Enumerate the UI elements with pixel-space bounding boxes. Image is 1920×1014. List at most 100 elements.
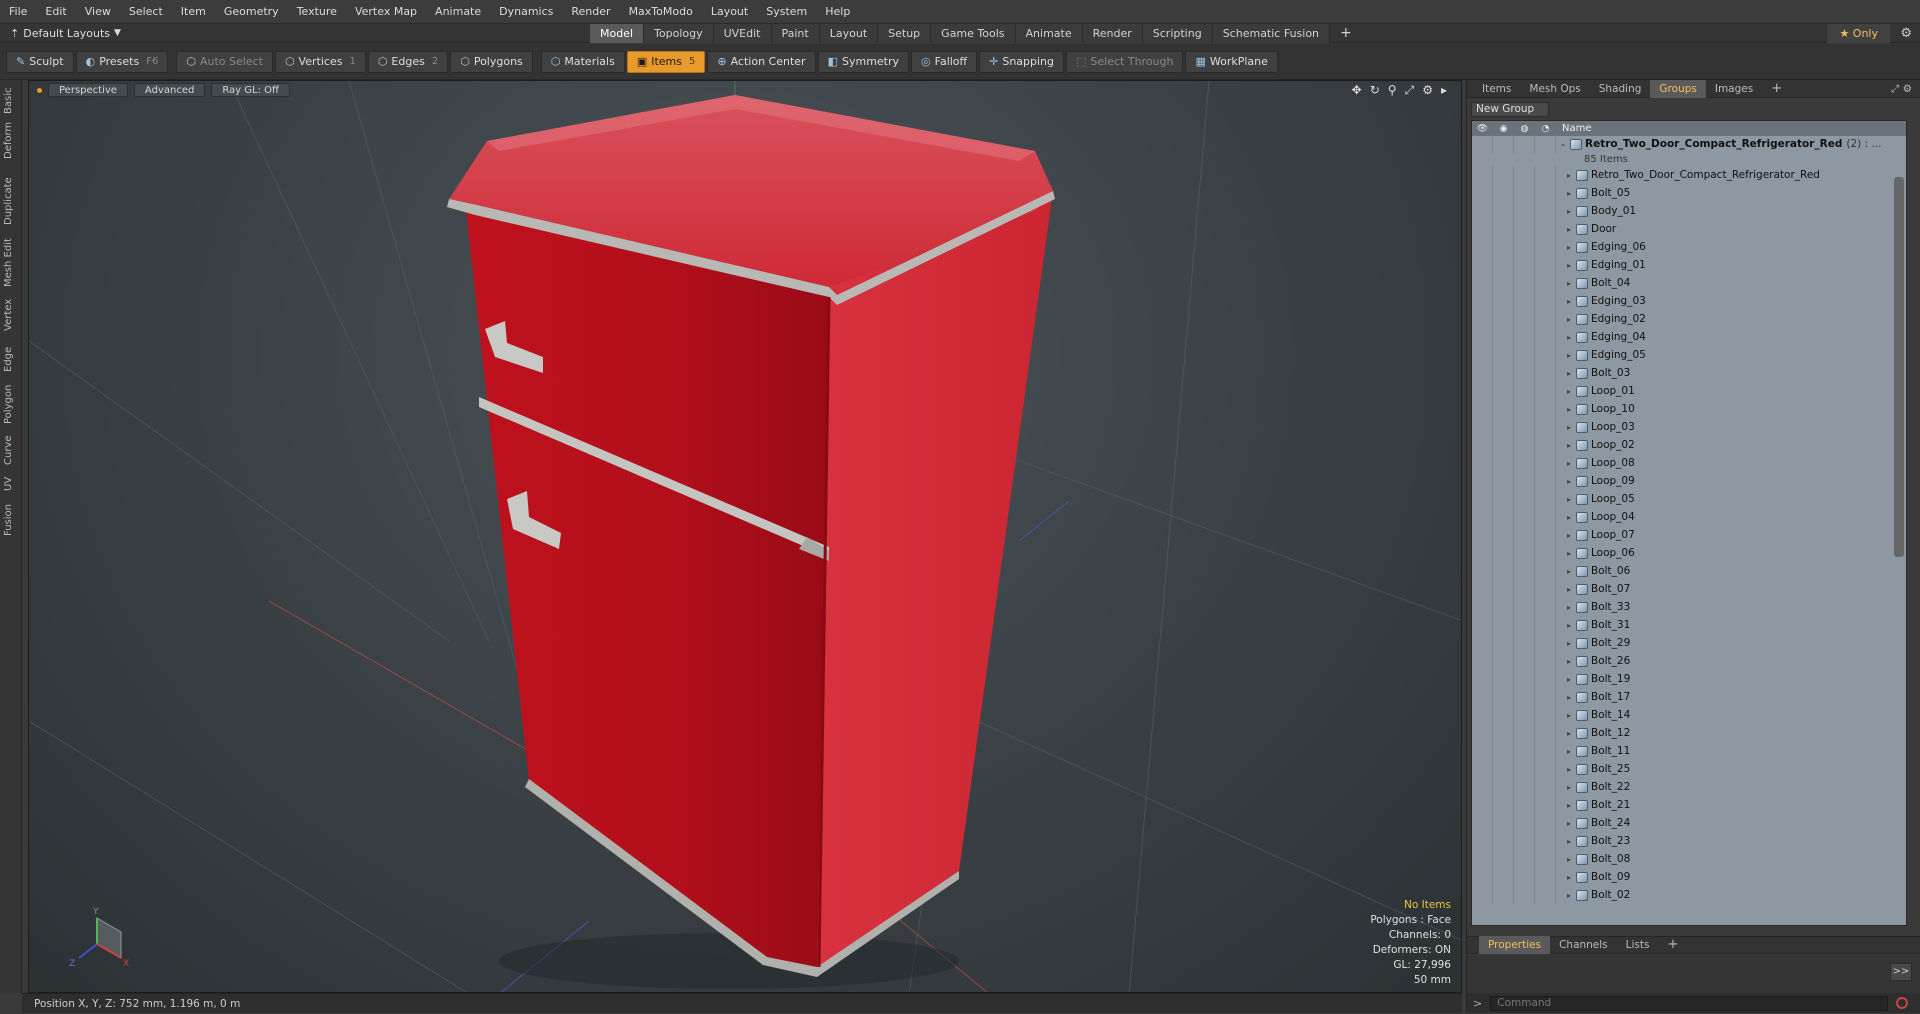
tab-properties[interactable]: Properties: [1479, 936, 1551, 954]
perspective-button[interactable]: Perspective: [48, 83, 128, 97]
tab-images[interactable]: Images: [1706, 80, 1762, 98]
tree-item-row[interactable]: ▸ Bolt_25: [1472, 760, 1906, 778]
expand-arrow-icon[interactable]: ▸: [1562, 837, 1576, 846]
tree-item-row[interactable]: ▸ Bolt_12: [1472, 724, 1906, 742]
workplane-button[interactable]: ▦ WorkPlane: [1185, 50, 1278, 73]
record-icon[interactable]: [1896, 997, 1909, 1009]
tree-item-row[interactable]: ▸ Bolt_09: [1472, 868, 1906, 886]
expand-arrow-icon[interactable]: ▸: [1562, 459, 1576, 468]
expand-arrow-icon[interactable]: ▸: [1562, 387, 1576, 396]
tree-item-row[interactable]: ▸ Bolt_02: [1472, 886, 1906, 904]
expand-arrow-icon[interactable]: ▸: [1562, 405, 1576, 414]
vertices-button[interactable]: ⬡ Vertices 1: [274, 50, 366, 73]
tree-item-row[interactable]: ▸ Loop_08: [1472, 454, 1906, 472]
expand-arrow-icon[interactable]: ▸: [1562, 801, 1576, 810]
tree-item-row[interactable]: ▸ Loop_05: [1472, 490, 1906, 508]
render-col-icon[interactable]: ◉: [1493, 124, 1514, 134]
visibility-col-icon[interactable]: 👁: [1472, 124, 1493, 134]
menu-file[interactable]: File: [0, 0, 36, 24]
items-button[interactable]: ▣ Items 5: [626, 50, 706, 73]
tab-lists[interactable]: Lists: [1617, 936, 1659, 954]
tab-groups[interactable]: Groups: [1650, 79, 1706, 98]
expand-arrow-icon[interactable]: ▸: [1562, 423, 1576, 432]
menu-select[interactable]: Select: [120, 0, 172, 24]
menu-dynamics[interactable]: Dynamics: [490, 0, 562, 24]
tree-item-row[interactable]: ▸ Bolt_04: [1472, 274, 1906, 292]
advanced-button[interactable]: Advanced: [133, 83, 206, 97]
tree-item-row[interactable]: ▸ Bolt_17: [1472, 688, 1906, 706]
menu-texture[interactable]: Texture: [288, 0, 346, 24]
expand-arrow-icon[interactable]: ▸: [1562, 495, 1576, 504]
move-view-icon[interactable]: ✥: [1352, 83, 1362, 98]
menu-item[interactable]: Item: [172, 0, 215, 24]
expand-arrow-icon[interactable]: ▸: [1562, 279, 1576, 288]
tree-item-row[interactable]: ▸ Bolt_23: [1472, 832, 1906, 850]
tree-item-row[interactable]: ▸ Bolt_19: [1472, 670, 1906, 688]
menu-vertex-map[interactable]: Vertex Map: [346, 0, 426, 24]
menu-maxtomodo[interactable]: MaxToModo: [620, 0, 702, 24]
side-tab-deform[interactable]: Deform: [3, 120, 19, 160]
only-toggle[interactable]: ★ Only: [1826, 24, 1890, 43]
layout-selector[interactable]: ⇡ Default Layouts ▼: [0, 27, 590, 40]
expand-arrow-icon[interactable]: ▸: [1562, 189, 1576, 198]
tree-item-row[interactable]: ▸ Body_01: [1472, 202, 1906, 220]
expand-arrow-icon[interactable]: ▸: [1562, 297, 1576, 306]
tree-item-row[interactable]: ▸ Loop_09: [1472, 472, 1906, 490]
expand-arrow-icon[interactable]: ▸: [1562, 711, 1576, 720]
gear-icon[interactable]: ⚙: [1900, 26, 1912, 41]
tree-item-row[interactable]: ▸ Bolt_24: [1472, 814, 1906, 832]
expand-arrow-icon[interactable]: ▸: [1562, 567, 1576, 576]
tab-model[interactable]: Model: [590, 23, 645, 43]
expand-arrow-icon[interactable]: ▸: [1562, 315, 1576, 324]
tree-item-row[interactable]: ▸ Bolt_08: [1472, 850, 1906, 868]
side-tab-duplicate[interactable]: Duplicate: [3, 176, 19, 226]
add-bottom-tab-button[interactable]: +: [1658, 936, 1687, 954]
new-group-button[interactable]: New Group: [1471, 102, 1549, 117]
3d-viewport[interactable]: Perspective Advanced Ray GL: Off ✥ ↻ ⚲ ⤢…: [28, 80, 1462, 993]
tree-item-row[interactable]: ▸ Bolt_26: [1472, 652, 1906, 670]
tree-item-row[interactable]: ▸ Loop_10: [1472, 400, 1906, 418]
tab-animate[interactable]: Animate: [1015, 23, 1083, 43]
menu-layout[interactable]: Layout: [702, 0, 757, 24]
viewport-gear-icon[interactable]: ⚙: [1422, 83, 1433, 98]
select-through-button[interactable]: ⬚ Select Through: [1066, 50, 1184, 73]
expand-arrow-icon[interactable]: ▸: [1562, 783, 1576, 792]
tree-item-row[interactable]: ▸ Bolt_21: [1472, 796, 1906, 814]
expand-arrow-icon[interactable]: ▸: [1562, 207, 1576, 216]
auto-select-button[interactable]: ⬡ Auto Select: [176, 50, 273, 73]
expand-arrow-icon[interactable]: ▸: [1562, 369, 1576, 378]
tree-item-row[interactable]: ▸ Retro_Two_Door_Compact_Refrigerator_Red: [1472, 166, 1906, 184]
expand-arrow-icon[interactable]: ▸: [1562, 639, 1576, 648]
tab-mesh-ops[interactable]: Mesh Ops: [1520, 80, 1589, 98]
fit-view-icon[interactable]: ⤢: [1405, 83, 1415, 98]
tree-item-row[interactable]: ▸ Loop_07: [1472, 526, 1906, 544]
expand-arrow-icon[interactable]: ▸: [1562, 585, 1576, 594]
expand-arrow-icon[interactable]: ▸: [1562, 819, 1576, 828]
tree-item-row[interactable]: ▸ Loop_01: [1472, 382, 1906, 400]
expand-arrow-icon[interactable]: ▸: [1562, 351, 1576, 360]
tree-item-row[interactable]: ▸ Loop_02: [1472, 436, 1906, 454]
tab-uvedit[interactable]: UVEdit: [713, 23, 772, 43]
add-panel-tab-button[interactable]: +: [1762, 80, 1791, 98]
sculpt-button[interactable]: ✎ Sculpt: [6, 50, 74, 73]
action-center-button[interactable]: ⊕ Action Center: [707, 50, 816, 73]
run-button[interactable]: >>: [1890, 963, 1912, 981]
side-tab-edge[interactable]: Edge: [3, 342, 19, 377]
tree-item-row[interactable]: ▸ Bolt_31: [1472, 616, 1906, 634]
expand-arrow-icon[interactable]: ▸: [1562, 441, 1576, 450]
tree-item-row[interactable]: ▸ Loop_06: [1472, 544, 1906, 562]
tree-item-row[interactable]: ▸ Loop_04: [1472, 508, 1906, 526]
snapping-button[interactable]: ✛ Snapping: [979, 50, 1065, 73]
expand-arrow-icon[interactable]: ▸: [1562, 549, 1576, 558]
menu-animate[interactable]: Animate: [426, 0, 490, 24]
tree-item-row[interactable]: ▸ Bolt_06: [1472, 562, 1906, 580]
tab-game-tools[interactable]: Game Tools: [931, 23, 1016, 43]
side-tab-polygon[interactable]: Polygon: [3, 382, 19, 427]
side-tab-fusion[interactable]: Fusion: [3, 500, 19, 540]
expand-arrow-icon[interactable]: ▸: [1562, 603, 1576, 612]
menu-render[interactable]: Render: [562, 0, 619, 24]
tree-item-row[interactable]: ▸ Bolt_11: [1472, 742, 1906, 760]
expand-arrow-icon[interactable]: ▸: [1562, 747, 1576, 756]
tree-item-row[interactable]: ▸ Bolt_03: [1472, 364, 1906, 382]
tab-paint[interactable]: Paint: [771, 23, 820, 43]
